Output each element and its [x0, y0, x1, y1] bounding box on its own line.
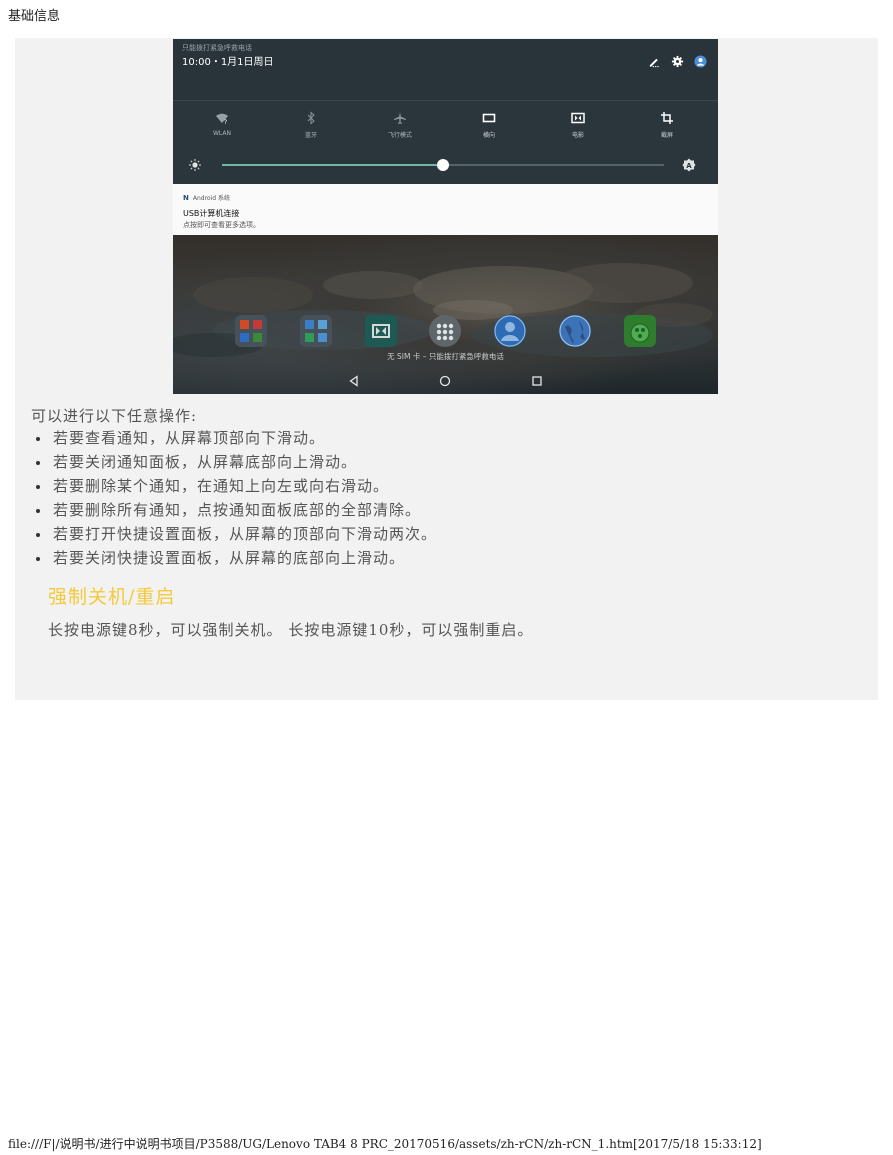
list-item: 若要关闭通知面板，从屏幕底部向上滑动。 — [31, 454, 437, 478]
page-footer: file:///F|/说明书/进行中说明书项目/P3588/UG/Lenovo … — [8, 1137, 762, 1151]
home-icon[interactable] — [438, 374, 452, 388]
brightness-icon — [189, 159, 201, 171]
list-item: 若要查看通知，从屏幕顶部向下滑动。 — [31, 430, 437, 454]
page-header: 基础信息 — [8, 9, 61, 24]
app-dock — [231, 315, 671, 351]
notification-title: USB计算机连接 — [183, 209, 240, 218]
landscape-icon — [482, 113, 496, 123]
brightness-row: A — [173, 154, 718, 178]
list-item: 若要删除某个通知，在通知上向左或向右滑动。 — [31, 478, 437, 502]
slider-fill — [222, 164, 443, 166]
quick-settings-tiles: ? WLAN 蓝牙 飞行模式 横向 电影 截屏 A — [173, 100, 718, 185]
section-body: 长按电源键8秒，可以强制关机。 长按电源键10秒，可以强制重启。 — [48, 621, 534, 639]
tile-label: 截屏 — [660, 132, 673, 139]
brightness-slider[interactable] — [222, 159, 664, 171]
home-screen: 无 SIM 卡 – 只能拨打紧急呼救电话 — [173, 235, 718, 394]
svg-text:A: A — [686, 162, 692, 170]
back-icon[interactable] — [347, 374, 361, 388]
operations-list: 若要查看通知，从屏幕顶部向下滑动。 若要关闭通知面板，从屏幕底部向上滑动。 若要… — [31, 430, 437, 574]
android-n-icon: N — [183, 193, 189, 202]
user-avatar-icon[interactable] — [694, 55, 707, 68]
browser-icon[interactable] — [559, 315, 591, 347]
security-icon[interactable] — [624, 315, 656, 347]
section-title: 强制关机/重启 — [48, 586, 176, 608]
emergency-call-text: 只能拨打紧急呼救电话 — [182, 44, 252, 52]
tile-screenshot[interactable]: 截屏 — [632, 111, 702, 139]
auto-brightness-icon[interactable]: A — [682, 158, 696, 172]
list-item: 若要删除所有通知，点按通知面板底部的全部清除。 — [31, 502, 437, 526]
list-item: 若要关闭快捷设置面板，从屏幕的底部向上滑动。 — [31, 550, 437, 574]
bluetooth-icon — [307, 111, 315, 125]
edit-icon[interactable] — [648, 55, 661, 68]
contacts-icon[interactable] — [494, 315, 526, 347]
date-time: 10:00・1月1日周日 — [182, 57, 274, 68]
navigation-bar — [173, 369, 718, 394]
tile-landscape[interactable]: 横向 — [454, 111, 524, 139]
movie-icon — [571, 112, 585, 124]
tile-wlan[interactable]: ? WLAN — [187, 111, 257, 137]
airplane-icon — [394, 112, 406, 124]
tile-label: 电影 — [571, 132, 584, 139]
tile-movie[interactable]: 电影 — [543, 111, 613, 139]
intro-text: 可以进行以下任意操作: — [31, 407, 198, 425]
tools-folder-icon[interactable] — [300, 315, 332, 347]
content-panel: 只能拨打紧急呼救电话 10:00・1月1日周日 ? WLAN 蓝牙 飞行模式 横… — [15, 38, 878, 700]
tile-label: WLAN — [212, 130, 231, 137]
crop-icon — [661, 112, 673, 124]
app-drawer-icon[interactable] — [429, 315, 461, 347]
wifi-question-icon: ? — [216, 113, 228, 125]
quick-settings-header: 只能拨打紧急呼救电话 10:00・1月1日周日 — [173, 39, 718, 100]
recents-icon[interactable] — [530, 374, 544, 388]
dolby-icon[interactable] — [365, 315, 397, 347]
tile-label: 横向 — [482, 132, 495, 139]
notification-text: 点按即可查看更多选项。 — [183, 221, 260, 229]
svg-text:?: ? — [224, 119, 227, 125]
list-item: 若要打开快捷设置面板，从屏幕的顶部向下滑动两次。 — [31, 526, 437, 550]
tile-label: 蓝牙 — [304, 132, 317, 139]
tile-bluetooth[interactable]: 蓝牙 — [276, 111, 346, 139]
tile-airplane[interactable]: 飞行模式 — [365, 111, 435, 139]
device-screenshot: 只能拨打紧急呼救电话 10:00・1月1日周日 ? WLAN 蓝牙 飞行模式 横… — [173, 39, 718, 394]
gear-icon[interactable] — [671, 55, 684, 68]
tile-label: 飞行模式 — [387, 132, 412, 139]
notification-app-name: Android 系统 — [192, 195, 230, 202]
office-folder-icon[interactable] — [235, 315, 267, 347]
notification-app: N Android 系统 — [183, 193, 230, 203]
slider-thumb[interactable] — [437, 159, 449, 171]
sim-status-text: 无 SIM 卡 – 只能拨打紧急呼救电话 — [387, 352, 504, 361]
notification-card[interactable]: N Android 系统 USB计算机连接 点按即可查看更多选项。 — [173, 184, 718, 235]
